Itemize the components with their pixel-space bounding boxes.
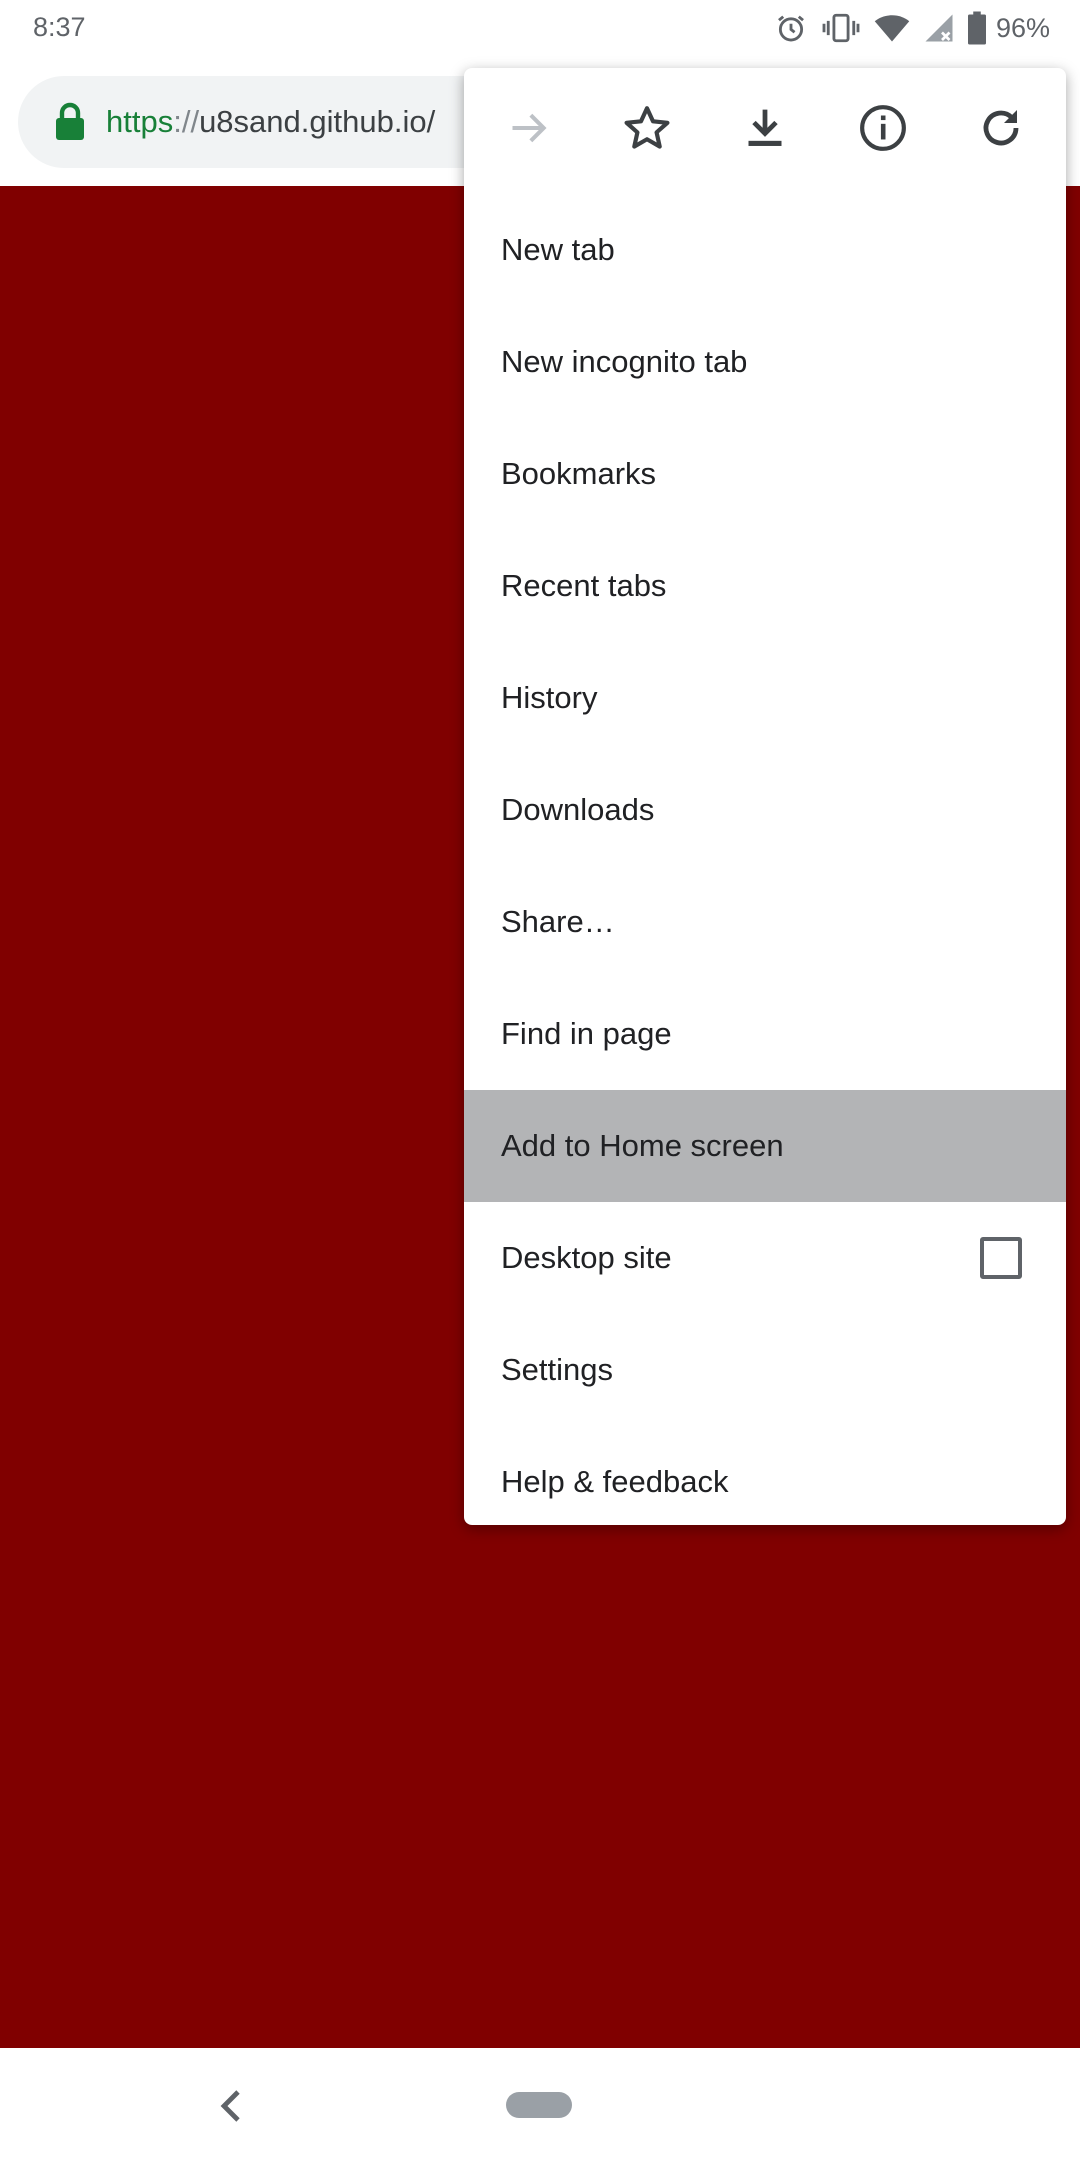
menu-item-settings[interactable]: Settings — [464, 1314, 1066, 1426]
menu-item-label: Add to Home screen — [501, 1128, 784, 1163]
bookmark-star-icon[interactable] — [599, 80, 695, 176]
menu-item-label: Bookmarks — [501, 456, 657, 491]
menu-item-bookmarks[interactable]: Bookmarks — [464, 418, 1066, 530]
url-scheme: https — [106, 104, 174, 139]
menu-icon-row — [464, 68, 1066, 188]
alarm-icon — [774, 11, 808, 45]
menu-item-label: Find in page — [501, 1016, 672, 1051]
status-time: 8:37 — [33, 12, 86, 42]
menu-item-downloads[interactable]: Downloads — [464, 754, 1066, 866]
forward-icon[interactable] — [481, 80, 577, 176]
menu-item-help-feedback[interactable]: Help & feedback — [464, 1426, 1066, 1525]
menu-item-find-in-page[interactable]: Find in page — [464, 978, 1066, 1090]
menu-items: New tab New incognito tab Bookmarks Rece… — [464, 194, 1066, 1525]
info-icon[interactable] — [835, 80, 931, 176]
menu-item-label: History — [501, 680, 598, 715]
status-icons: 96% — [774, 10, 1050, 46]
menu-item-label: Help & feedback — [501, 1464, 729, 1499]
lock-icon — [56, 102, 84, 140]
menu-item-share[interactable]: Share… — [464, 866, 1066, 978]
menu-item-label: Downloads — [501, 792, 655, 827]
menu-item-label: Recent tabs — [501, 568, 667, 603]
overflow-menu: New tab New incognito tab Bookmarks Rece… — [464, 68, 1066, 1525]
navigation-bar — [0, 2048, 1080, 2160]
menu-item-desktop-site[interactable]: Desktop site — [464, 1202, 1066, 1314]
menu-item-label: Desktop site — [501, 1240, 672, 1275]
menu-item-new-incognito-tab[interactable]: New incognito tab — [464, 306, 1066, 418]
home-pill[interactable] — [506, 2092, 572, 2118]
cell-signal-icon — [924, 12, 954, 44]
battery-percentage: 96% — [995, 12, 1050, 43]
desktop-site-checkbox[interactable] — [980, 1237, 1022, 1279]
menu-item-label: Settings — [501, 1352, 614, 1387]
vibrate-icon — [822, 11, 860, 45]
url-text[interactable]: https://u8sand.github.io/ — [106, 104, 486, 140]
menu-item-label: New incognito tab — [501, 344, 748, 379]
back-icon[interactable] — [216, 2086, 246, 2126]
menu-item-label: New tab — [501, 232, 615, 267]
menu-item-add-to-home-screen[interactable]: Add to Home screen — [464, 1090, 1066, 1202]
url-separator: :// — [173, 104, 200, 139]
menu-item-history[interactable]: History — [464, 642, 1066, 754]
wifi-icon — [874, 12, 910, 44]
menu-item-recent-tabs[interactable]: Recent tabs — [464, 530, 1066, 642]
url-host: u8sand.github.io/ — [199, 104, 436, 139]
menu-item-label: Share… — [501, 904, 615, 939]
status-bar: 8:37 96% — [0, 0, 1080, 56]
menu-item-new-tab[interactable]: New tab — [464, 194, 1066, 306]
download-icon[interactable] — [717, 80, 813, 176]
battery-icon — [967, 11, 986, 45]
reload-icon[interactable] — [953, 80, 1049, 176]
